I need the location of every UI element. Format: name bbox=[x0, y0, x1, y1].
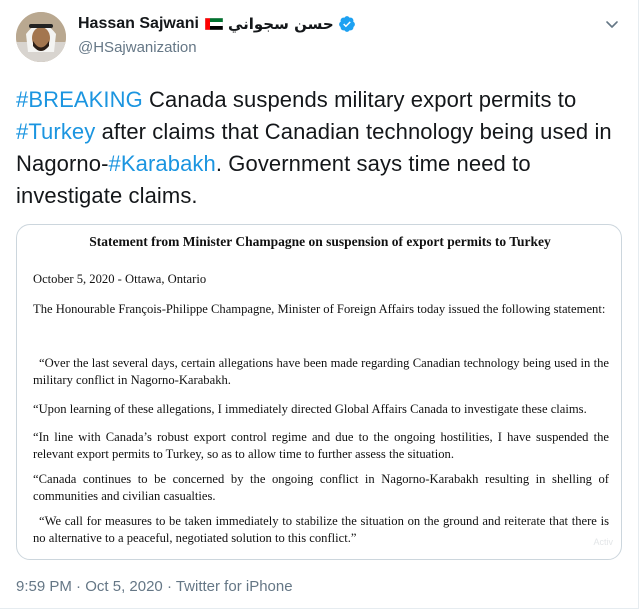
author-name-row[interactable]: Hassan Sajwani حسن سجواني bbox=[78, 14, 356, 34]
tweet-source[interactable]: Twitter for iPhone bbox=[176, 578, 293, 595]
separator: · bbox=[71, 578, 86, 595]
verified-badge-icon bbox=[338, 16, 355, 32]
hashtag-breaking[interactable]: #BREAKING bbox=[16, 87, 143, 112]
watermark-text: Activ bbox=[593, 537, 613, 547]
attached-image[interactable]: Statement from Minister Champagne on sus… bbox=[16, 224, 622, 560]
statement-title: Statement from Minister Champagne on sus… bbox=[89, 234, 551, 249]
avatar-image bbox=[16, 12, 66, 62]
tweet-time[interactable]: 9:59 PM bbox=[16, 578, 72, 595]
chevron-down-icon[interactable] bbox=[604, 16, 620, 32]
statement-paragraph: “Canada continues to be concerned by the… bbox=[33, 472, 609, 503]
tweet-text: #BREAKING Canada suspends military expor… bbox=[16, 84, 626, 212]
uae-flag-icon bbox=[204, 18, 223, 30]
tweet-text-part: Canada suspends military export permits … bbox=[142, 87, 577, 112]
separator: · bbox=[162, 578, 176, 595]
avatar[interactable] bbox=[16, 12, 66, 62]
statement-paragraph: “Upon learning of these allegations, I i… bbox=[33, 402, 587, 416]
statement-paragraph: The Honourable François-Philippe Champag… bbox=[33, 302, 606, 316]
statement-paragraph: “Over the last several days, certain all… bbox=[33, 356, 609, 387]
hashtag-karabakh[interactable]: #Karabakh bbox=[109, 151, 216, 176]
author-block: Hassan Sajwani حسن سجواني @HSajwanizatio… bbox=[78, 14, 356, 56]
hashtag-turkey[interactable]: #Turkey bbox=[16, 119, 95, 144]
author-handle[interactable]: @HSajwanization bbox=[78, 39, 356, 56]
tweet-meta: 9:59 PM · Oct 5, 2020 · Twitter for iPho… bbox=[16, 578, 293, 595]
tweet-card: Hassan Sajwani حسن سجواني @HSajwanizatio… bbox=[0, 0, 639, 609]
tweet-date[interactable]: Oct 5, 2020 bbox=[85, 578, 163, 595]
author-name-arabic[interactable]: حسن سجواني bbox=[228, 15, 334, 33]
statement-paragraph: “In line with Canada’s robust export con… bbox=[33, 430, 609, 461]
statement-date: October 5, 2020 - Ottawa, Ontario bbox=[33, 272, 207, 286]
statement-paragraph: “We call for measures to be taken immedi… bbox=[33, 514, 609, 545]
author-name[interactable]: Hassan Sajwani bbox=[78, 15, 199, 33]
